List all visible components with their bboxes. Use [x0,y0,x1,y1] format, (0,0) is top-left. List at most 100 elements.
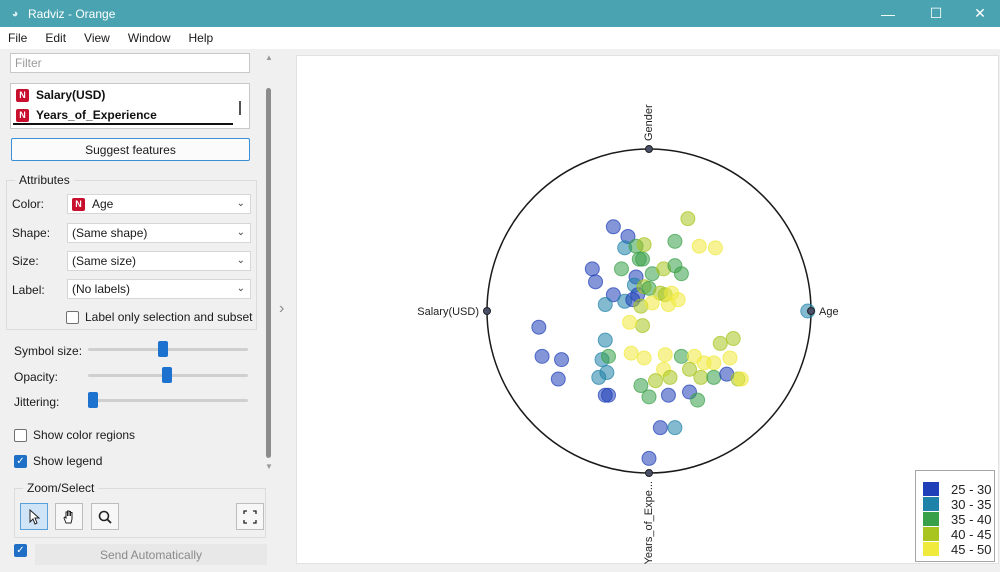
data-point[interactable] [636,350,652,366]
data-point[interactable] [601,348,616,364]
data-point[interactable] [673,348,689,364]
data-point[interactable] [550,371,566,387]
data-point[interactable] [605,219,621,235]
legend-swatch [923,542,939,556]
suggest-features-button[interactable]: Suggest features [11,138,250,161]
jittering-slider-handle[interactable] [88,392,98,408]
menu-file[interactable]: File [2,31,33,45]
data-point[interactable] [706,355,722,371]
reset-zoom-button[interactable] [236,503,264,530]
data-point[interactable] [636,237,652,253]
data-point[interactable] [657,347,673,363]
scrollbar-thumb[interactable] [266,88,271,458]
menu-window[interactable]: Window [122,31,177,45]
data-point[interactable] [554,352,570,368]
checkbox-box[interactable] [66,310,79,324]
data-point[interactable] [725,331,741,347]
data-point[interactable] [706,369,722,385]
checkbox-box[interactable] [14,428,27,442]
symbol-size-slider-handle[interactable] [158,341,168,357]
data-point[interactable] [531,319,547,335]
label-combo[interactable]: (No labels) ⌄ [67,279,251,299]
data-point[interactable] [673,266,689,282]
color-legend: 25 - 30 30 - 35 35 - 40 40 - 45 45 - 50 [915,470,995,562]
zoom-button[interactable] [91,503,119,530]
list-item[interactable]: N Years_of_Experience [16,107,157,123]
pan-button[interactable] [55,503,83,530]
list-item[interactable]: N Salary(USD) [16,87,105,103]
data-point[interactable] [660,387,676,403]
radviz-canvas[interactable]: Gender Age Years_of_Expe... Salary(USD) [297,56,1000,565]
legend-item: 30 - 35 [923,497,991,512]
collapse-panel-icon[interactable]: › [279,300,284,318]
data-point[interactable] [597,297,613,313]
minimize-button[interactable]: — [865,0,911,27]
anchor-point-gender[interactable] [645,145,653,153]
data-point[interactable] [667,420,683,436]
list-scrollbar-thumb[interactable] [239,101,241,115]
data-point[interactable] [652,420,668,436]
menu-view[interactable]: View [78,31,116,45]
features-list[interactable]: N Salary(USD) N Years_of_Experience [10,83,250,129]
send-automatically-checkbox[interactable]: ✓ [14,544,27,557]
data-point[interactable] [641,450,657,466]
anchor-point-years-of-experience[interactable] [645,469,653,477]
fit-screen-icon [243,509,257,524]
data-point[interactable] [597,332,613,348]
legend-label: 25 - 30 [951,481,992,497]
scroll-down-icon[interactable]: ▼ [264,462,274,471]
label-only-selection-checkbox[interactable]: Label only selection and subset [66,310,252,324]
color-combo-value: Age [92,197,114,211]
opacity-slider[interactable] [88,367,248,383]
radviz-plot[interactable]: Gender Age Years_of_Expe... Salary(USD) … [296,55,999,564]
data-point[interactable] [597,387,613,403]
checkmark-icon[interactable]: ✓ [14,454,27,468]
opacity-slider-handle[interactable] [162,367,172,383]
close-button[interactable]: ✕ [957,0,1000,27]
control-panel: N Salary(USD) N Years_of_Experience Sugg… [0,50,267,572]
data-point[interactable] [622,314,638,330]
data-point[interactable] [691,238,707,254]
show-color-regions-checkbox[interactable]: Show color regions [14,428,135,442]
pointer-select-button[interactable] [20,503,48,530]
scroll-up-icon[interactable]: ▲ [264,53,274,62]
data-point[interactable] [641,389,657,405]
size-combo[interactable]: (Same size) ⌄ [67,251,251,271]
anchor-point-age[interactable] [807,307,815,315]
maximize-button[interactable]: ☐ [913,0,959,27]
menu-help[interactable]: Help [183,31,220,45]
send-automatically-button[interactable]: Send Automatically [35,544,267,565]
legend-label: 35 - 40 [951,511,992,527]
chevron-down-icon: ⌄ [236,227,245,238]
symbol-size-slider[interactable] [88,341,248,357]
menu-edit[interactable]: Edit [39,31,72,45]
data-point[interactable] [635,318,651,334]
data-point[interactable] [707,240,723,256]
data-point[interactable] [623,345,639,361]
data-point[interactable] [644,295,660,311]
data-point[interactable] [693,369,709,385]
data-point[interactable] [599,365,615,381]
color-combo[interactable]: N Age ⌄ [67,194,251,214]
show-legend-checkbox[interactable]: ✓ Show legend [14,454,102,468]
data-point[interactable] [534,348,550,364]
shape-combo[interactable]: (Same shape) ⌄ [67,223,251,243]
data-point[interactable] [660,297,676,313]
data-point[interactable] [722,350,738,366]
control-panel-scrollbar[interactable]: ▲ ▼ [264,50,274,475]
data-point[interactable] [662,369,678,385]
data-point[interactable] [635,251,651,267]
data-point[interactable] [647,373,663,389]
filter-input[interactable] [10,53,250,73]
checkmark-icon[interactable]: ✓ [14,544,27,557]
data-point[interactable] [613,261,629,277]
data-point[interactable] [733,371,749,387]
data-point[interactable] [667,233,683,249]
jittering-slider[interactable] [88,392,248,408]
data-point[interactable] [588,274,604,290]
anchor-point-salary[interactable] [483,307,491,315]
data-point[interactable] [712,335,728,351]
data-point[interactable] [584,261,600,277]
data-point[interactable] [690,392,706,408]
data-point[interactable] [680,211,696,227]
